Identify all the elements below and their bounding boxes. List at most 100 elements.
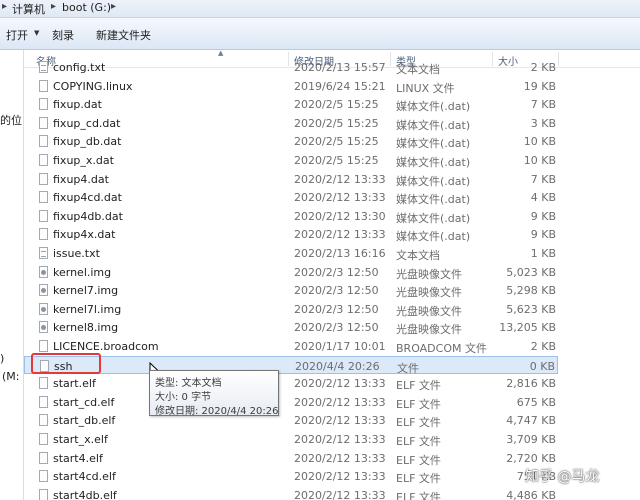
file-type: ELF 文件	[396, 435, 441, 448]
file-icon	[39, 135, 48, 148]
file-date: 2020/2/12 13:33	[294, 414, 386, 428]
navigation-pane[interactable]: 的位 ) (M:	[0, 50, 24, 500]
file-row[interactable]: ssh 2020/4/4 20:26 文件 0 KB	[24, 355, 558, 375]
file-icon	[39, 191, 48, 204]
file-row[interactable]: kernel8.img 2020/2/3 12:50 光盘映像文件 13,205 KB	[24, 318, 558, 336]
file-size: 1 KB	[530, 247, 556, 260]
file-row[interactable]: start4cd.elf 2020/2/12 13:33 ELF 文件 751 KB	[24, 467, 558, 485]
file-date: 2020/4/4 20:26	[295, 359, 380, 373]
file-size: 3 KB	[530, 116, 556, 130]
file-name: start4.elf	[53, 451, 103, 465]
file-icon	[39, 172, 48, 185]
file-row[interactable]: fixup4db.dat 2020/2/12 13:30 媒体文件(.dat) 9 K…	[24, 207, 558, 225]
file-date: 2020/2/5 15:25	[294, 154, 379, 167]
file-row[interactable]: config.txt 2020/2/13 15:57 文本文档 2 KB	[24, 60, 558, 76]
file-date: 2020/2/5 15:25	[294, 135, 379, 149]
file-name: fixup4cd.dat	[53, 191, 122, 205]
file-size: 7 KB	[530, 172, 556, 186]
file-info-tooltip: 类型: 文本文档 大小: 0 字节 修改日期: 2020/4/4 20:26	[149, 370, 279, 417]
file-icon	[39, 377, 48, 390]
chevron-down-icon[interactable]: ▼	[34, 29, 39, 37]
file-row[interactable]: kernel.img 2020/2/3 12:50 光盘映像文件 5,023 KB	[24, 263, 558, 281]
file-icon	[39, 209, 48, 222]
breadcrumb-separator-icon[interactable]: ▸	[51, 1, 56, 12]
nav-item-fragment[interactable]: 的位	[0, 112, 22, 128]
file-size: 0 KB	[529, 359, 555, 373]
open-button[interactable]: 打开	[6, 27, 28, 43]
file-row[interactable]: fixup4x.dat 2020/2/12 13:33 媒体文件(.dat) 9 KB	[24, 225, 558, 243]
file-date: 2020/2/12 13:33	[294, 377, 386, 391]
file-row[interactable]: kernel7l.img 2020/2/3 12:50 光盘映像文件 5,623 KB	[24, 300, 558, 318]
file-row[interactable]: start_db.elf 2020/2/12 13:33 ELF 文件 4,747 K…	[24, 411, 558, 429]
file-row[interactable]: start.elf 2020/2/12 13:33 ELF 文件 2,816 KB	[24, 374, 558, 392]
file-row[interactable]: fixup.dat 2020/2/5 15:25 媒体文件(.dat) 7 KB	[24, 95, 558, 113]
disc-image-file-icon	[39, 321, 48, 334]
breadcrumb-drive[interactable]: boot (G:)	[62, 1, 111, 14]
file-size: 5,298 KB	[506, 284, 556, 298]
new-folder-button[interactable]: 新建文件夹	[96, 27, 151, 43]
disc-image-file-icon	[39, 265, 48, 278]
nav-item-fragment[interactable]: (M:	[2, 370, 22, 383]
file-name: start_cd.elf	[53, 395, 115, 409]
file-type: LINUX 文件	[396, 81, 455, 95]
burn-button[interactable]: 刻录	[52, 27, 74, 43]
file-size: 2 KB	[530, 61, 556, 74]
file-row[interactable]: start4.elf 2020/2/12 13:33 ELF 文件 2,720 KB	[24, 449, 558, 467]
breadcrumb-computer[interactable]: 计算机	[12, 1, 45, 17]
file-row[interactable]: fixup_db.dat 2020/2/5 15:25 媒体文件(.dat) 10 K…	[24, 132, 558, 150]
file-date: 2020/2/13 16:16	[294, 247, 386, 260]
file-type: ELF 文件	[396, 416, 441, 430]
file-icon	[39, 98, 48, 111]
file-date: 2020/2/3 12:50	[294, 321, 379, 335]
address-bar[interactable]: ▸ 计算机 ▸ boot (G:) ▸	[0, 0, 640, 18]
nav-item-fragment[interactable]: )	[0, 352, 22, 365]
file-row[interactable]: start4db.elf 2020/2/12 13:33 ELF 文件 4,486 K…	[24, 486, 558, 500]
file-row[interactable]: start_x.elf 2020/2/12 13:33 ELF 文件 3,709 KB	[24, 430, 558, 448]
file-type: 光盘映像文件	[396, 304, 462, 318]
file-row[interactable]: fixup4cd.dat 2020/2/12 13:33 媒体文件(.dat) 4 K…	[24, 188, 558, 206]
file-name: start.elf	[53, 377, 96, 391]
file-row[interactable]: fixup_cd.dat 2020/2/5 15:25 媒体文件(.dat) 3 KB	[24, 114, 558, 132]
file-type: ELF 文件	[396, 379, 441, 393]
file-icon	[39, 488, 48, 500]
file-icon	[39, 395, 48, 408]
file-name: fixup.dat	[53, 98, 102, 112]
tooltip-date: 修改日期: 2020/4/4 20:26	[155, 406, 279, 417]
file-date: 2020/2/12 13:33	[294, 191, 386, 205]
file-name: issue.txt	[53, 247, 100, 260]
file-size: 675 KB	[516, 395, 556, 409]
file-date: 2020/2/12 13:33	[294, 470, 386, 484]
file-date: 2020/2/12 13:33	[294, 433, 386, 446]
file-name: LICENCE.broadcom	[53, 340, 159, 353]
sort-up-icon: ▲	[218, 49, 224, 57]
file-type: 媒体文件(.dat)	[396, 230, 471, 244]
file-row[interactable]: LICENCE.broadcom 2020/1/17 10:01 BROADCOM …	[24, 337, 558, 355]
file-type: 文件	[397, 361, 419, 375]
file-name: fixup4x.dat	[53, 228, 116, 242]
file-row[interactable]: issue.txt 2020/2/13 16:16 文本文档 1 KB	[24, 244, 558, 262]
breadcrumb-separator-icon[interactable]: ▸	[2, 1, 7, 12]
file-size: 5,023 KB	[506, 265, 556, 279]
file-name: config.txt	[53, 61, 106, 74]
file-row[interactable]: COPYING.linux 2019/6/24 15:21 LINUX 文件 19 K…	[24, 77, 558, 95]
file-icon	[39, 451, 48, 464]
file-name: start4cd.elf	[53, 470, 116, 484]
highlight-box	[31, 353, 101, 374]
file-type: 光盘映像文件	[396, 267, 462, 281]
file-size: 10 KB	[523, 135, 556, 149]
breadcrumb-separator-icon[interactable]: ▸	[111, 1, 116, 12]
file-row[interactable]: fixup4.dat 2020/2/12 13:33 媒体文件(.dat) 7 KB	[24, 170, 558, 188]
file-name: COPYING.linux	[53, 79, 133, 93]
file-size: 3,709 KB	[506, 433, 556, 446]
file-row[interactable]: start_cd.elf 2020/2/12 13:33 ELF 文件 675 KB	[24, 393, 558, 411]
file-type: 文本文档	[396, 63, 440, 76]
file-date: 2020/1/17 10:01	[294, 340, 386, 353]
file-date: 2020/2/12 13:33	[294, 395, 386, 409]
file-size: 9 KB	[530, 209, 556, 223]
disc-image-file-icon	[39, 302, 48, 315]
file-row[interactable]: fixup_x.dat 2020/2/5 15:25 媒体文件(.dat) 10 KB	[24, 151, 558, 169]
file-type: 媒体文件(.dat)	[396, 211, 471, 225]
file-row[interactable]: kernel7.img 2020/2/3 12:50 光盘映像文件 5,298 KB	[24, 281, 558, 299]
file-icon	[39, 154, 48, 166]
tooltip-type: 类型: 文本文档	[155, 378, 222, 389]
